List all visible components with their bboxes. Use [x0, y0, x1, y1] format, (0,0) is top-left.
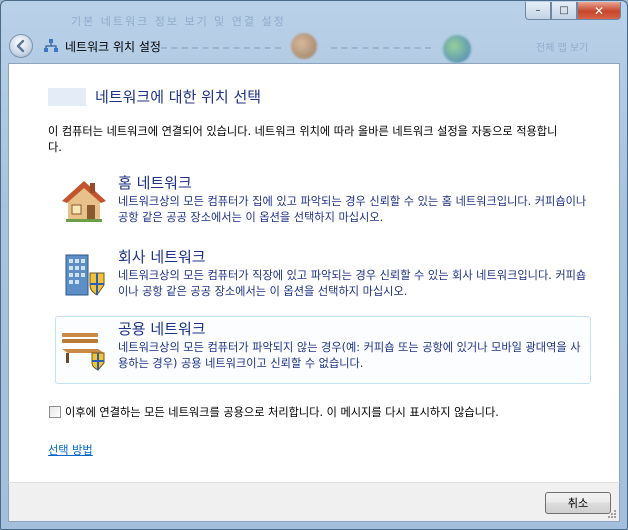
background-connector-line — [161, 47, 281, 50]
page-title: 네트워크에 대한 위치 선택 — [95, 88, 262, 106]
home-network-option[interactable]: 홈 네트워크 네트워크상의 모든 컴퓨터가 집에 있고 파악되는 경우 신뢰할 … — [55, 170, 591, 238]
intro-text: 이 컴퓨터는 네트워크에 연결되어 있습니다. 네트워크 위치에 따라 올바른 … — [48, 125, 558, 154]
network-icon — [44, 39, 58, 52]
resize-grip-icon[interactable] — [607, 509, 617, 519]
option-description: 네트워크상의 모든 컴퓨터가 집에 있고 파악되는 경우 신뢰할 수 있는 홈 … — [118, 195, 587, 224]
maximize-button[interactable]: □ — [551, 2, 577, 20]
navigation-bar: 네트워크 위치 설정 — [9, 34, 161, 58]
close-button[interactable]: ✕ — [577, 2, 621, 20]
public-network-option[interactable]: 공용 네트워크 네트워크상의 모든 컴퓨터가 파악되지 않는 경우(예: 커피숍… — [55, 316, 591, 384]
help-link[interactable]: 선택 방법 — [48, 442, 93, 458]
cancel-button[interactable]: 취소 — [545, 492, 611, 514]
option-description: 네트워크상의 모든 컴퓨터가 직장에 있고 파악되는 경우 신뢰할 수 있는 회… — [118, 269, 587, 298]
footer-bar: 취소 — [8, 482, 620, 522]
house-icon — [62, 181, 106, 222]
treat-all-public-checkbox[interactable] — [49, 406, 61, 418]
breadcrumb: 네트워크 위치 설정 — [43, 38, 161, 55]
minimize-button[interactable]: – — [525, 2, 551, 20]
page-breadcrumb-label: 네트워크 위치 설정 — [65, 39, 161, 54]
content-panel: 네트워크에 대한 위치 선택 이 컴퓨터는 네트워크에 연결되어 있습니다. 네… — [8, 63, 620, 483]
back-arrow-icon — [16, 39, 25, 53]
option-title: 공용 네트워크 — [118, 320, 206, 338]
background-house-icon — [291, 33, 317, 59]
back-button[interactable] — [9, 34, 33, 58]
heading-decoration — [48, 87, 86, 106]
background-globe-icon — [443, 35, 471, 63]
treat-all-public-checkbox-row[interactable]: 이후에 연결하는 모든 네트워크를 공용으로 처리합니다. 이 메시지를 다시 … — [49, 404, 499, 420]
option-description: 네트워크상의 모든 컴퓨터가 파악되지 않는 경우(예: 커피숍 또는 공항에 … — [118, 341, 581, 370]
work-network-option[interactable]: 회사 네트워크 네트워크상의 모든 컴퓨터가 직장에 있고 파악되는 경우 신뢰… — [55, 244, 591, 312]
network-location-window: 기본 네트워크 정보 보기 및 연결 설정 전체 맵 보기 – □ ✕ 네트워크… — [0, 0, 628, 530]
heading-row: 네트워크에 대한 위치 선택 — [48, 86, 261, 107]
option-title: 회사 네트워크 — [118, 248, 206, 266]
background-window-title: 기본 네트워크 정보 보기 및 연결 설정 — [71, 15, 286, 28]
background-connector-line — [331, 47, 431, 50]
background-map-link: 전체 맵 보기 — [536, 43, 589, 54]
option-title: 홈 네트워크 — [118, 174, 192, 192]
checkbox-label: 이후에 연결하는 모든 네트워크를 공용으로 처리합니다. 이 메시지를 다시 … — [65, 406, 499, 419]
office-building-icon — [65, 254, 105, 296]
caption-buttons: – □ ✕ — [525, 2, 621, 20]
park-bench-icon — [62, 333, 105, 371]
